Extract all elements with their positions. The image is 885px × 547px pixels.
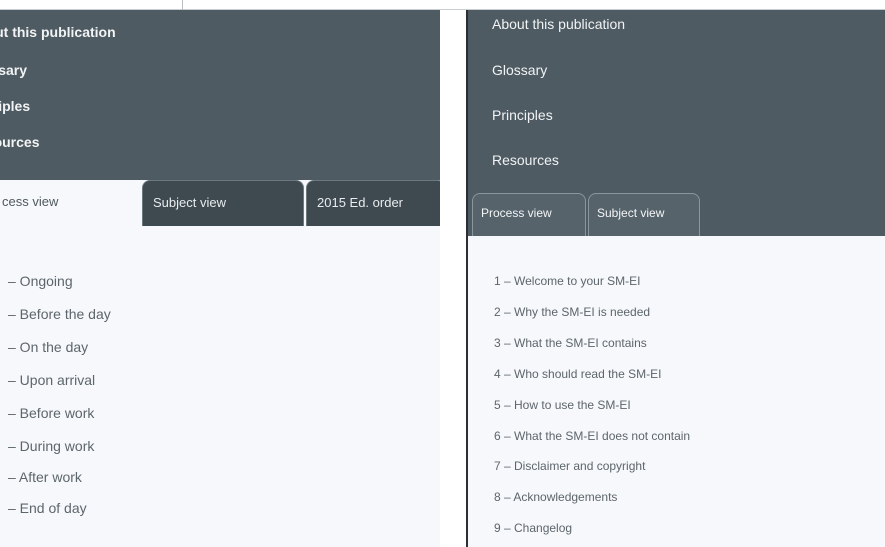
list-item[interactable]: – End of day xyxy=(8,500,87,516)
list-item[interactable]: 6 – What the SM-EI does not contain xyxy=(494,429,690,443)
list-item[interactable]: 5 – How to use the SM-EI xyxy=(494,398,631,412)
list-item[interactable]: 2 – Why the SM-EI is needed xyxy=(494,305,650,319)
tab-label: cess view xyxy=(2,194,59,209)
left-tab-bar: cess view Subject view 2015 Ed. order xyxy=(0,180,440,230)
panel-gap xyxy=(440,10,466,547)
menu-item-principles[interactable]: inciples xyxy=(0,98,30,114)
right-header: About this publication Glossary Principl… xyxy=(468,10,885,236)
list-item[interactable]: 9 – Changelog xyxy=(494,521,572,535)
list-item[interactable]: – After work xyxy=(8,469,82,485)
tab-label: Subject view xyxy=(153,195,226,210)
right-panel: About this publication Glossary Principl… xyxy=(466,10,885,547)
left-content-list: – Ongoing – Before the day – On the day … xyxy=(0,230,440,547)
list-item[interactable]: – Ongoing xyxy=(8,273,73,289)
left-panel: bout this publication lossary inciples e… xyxy=(0,10,440,547)
list-item[interactable]: 4 – Who should read the SM-EI xyxy=(494,367,661,381)
list-item[interactable]: 7 – Disclaimer and copyright xyxy=(494,459,645,473)
top-bar xyxy=(0,0,885,10)
tab-subject-view[interactable]: Subject view xyxy=(588,193,700,236)
right-content-list: 1 – Welcome to your SM-EI 2 – Why the SM… xyxy=(468,236,885,547)
menu-item-about[interactable]: bout this publication xyxy=(0,24,116,40)
list-item[interactable]: – During work xyxy=(8,438,94,454)
menu-item-principles[interactable]: Principles xyxy=(492,107,553,123)
menu-item-glossary[interactable]: Glossary xyxy=(492,62,547,78)
tab-process-view[interactable]: Process view xyxy=(472,193,586,236)
list-item[interactable]: 1 – Welcome to your SM-EI xyxy=(494,274,641,288)
tab-label: Subject view xyxy=(597,206,665,220)
top-bar-divider xyxy=(182,0,183,10)
menu-item-about[interactable]: About this publication xyxy=(492,16,625,32)
menu-item-glossary[interactable]: lossary xyxy=(0,62,27,78)
right-tab-bar: Process view Subject view xyxy=(468,193,885,236)
menu-item-resources[interactable]: esources xyxy=(0,134,39,150)
tab-2015-ed-order[interactable]: 2015 Ed. order xyxy=(306,180,440,226)
tab-label: 2015 Ed. order xyxy=(317,195,404,210)
list-item[interactable]: – On the day xyxy=(8,339,88,355)
list-item[interactable]: 8 – Acknowledgements xyxy=(494,490,617,504)
tab-process-view[interactable]: cess view xyxy=(0,180,142,230)
list-item[interactable]: – Before work xyxy=(8,405,94,421)
tab-subject-view[interactable]: Subject view xyxy=(142,180,304,226)
tab-label: Process view xyxy=(481,206,552,220)
list-item[interactable]: – Before the day xyxy=(8,306,111,322)
left-header: bout this publication lossary inciples e… xyxy=(0,10,440,180)
list-item[interactable]: – Upon arrival xyxy=(8,372,95,388)
list-item[interactable]: 3 – What the SM-EI contains xyxy=(494,336,647,350)
menu-item-resources[interactable]: Resources xyxy=(492,152,559,168)
